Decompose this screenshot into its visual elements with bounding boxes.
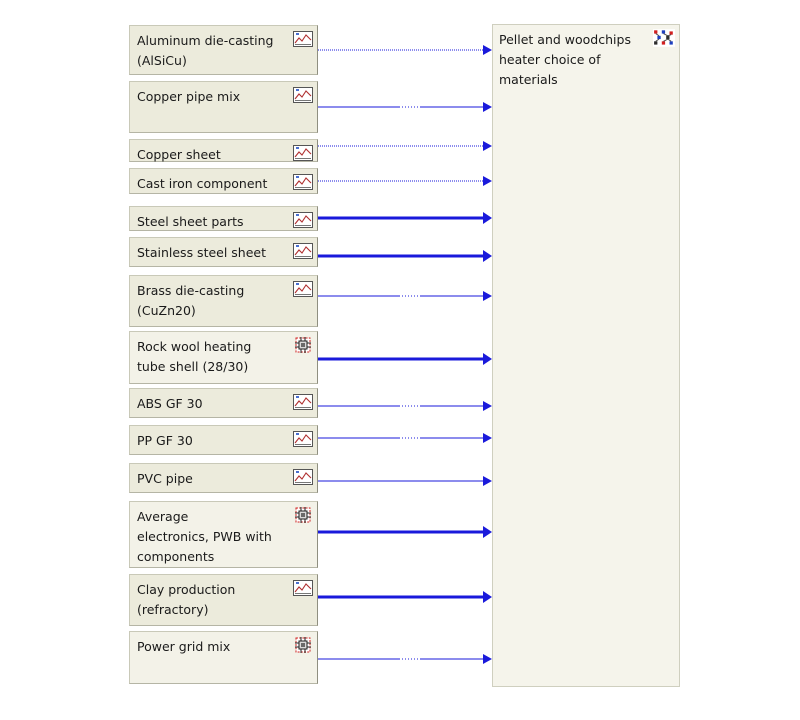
arrowhead (483, 401, 492, 411)
arrowhead (483, 141, 492, 151)
arrowhead (483, 433, 492, 443)
arrowhead (483, 654, 492, 664)
arrowhead (483, 291, 492, 301)
target-node[interactable]: Pellet and woodchips heater choice of ma… (492, 24, 680, 687)
arrowhead (483, 353, 492, 365)
arrowhead (483, 45, 492, 55)
arrowhead (483, 476, 492, 486)
flow-diagram (318, 45, 492, 664)
target-label: Pellet and woodchips heater choice of ma… (499, 32, 631, 87)
arrowhead (483, 102, 492, 112)
arrowhead (483, 591, 492, 603)
arrowhead (483, 176, 492, 186)
arrowhead (483, 526, 492, 538)
arrowhead (483, 250, 492, 262)
product-system-icon (653, 29, 675, 47)
arrowhead (483, 212, 492, 224)
